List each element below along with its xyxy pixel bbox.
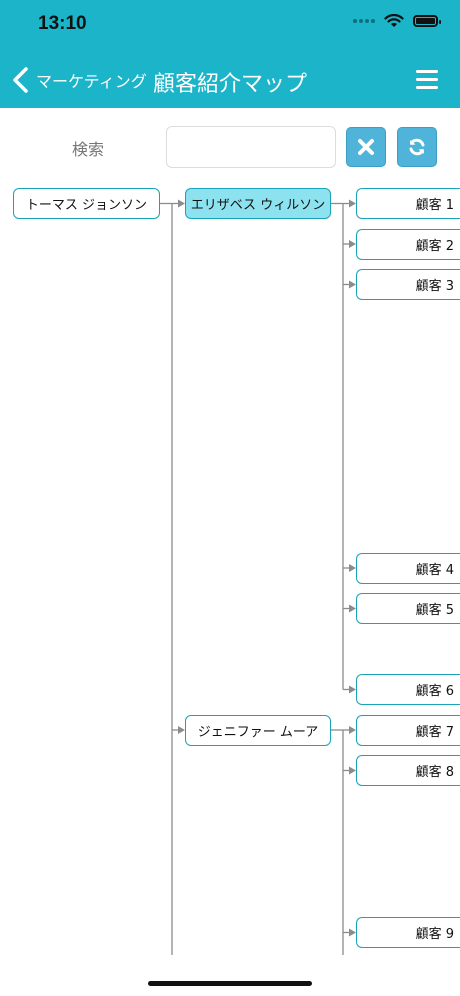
search-label: 検索: [72, 140, 105, 159]
clear-search-button[interactable]: [346, 127, 386, 167]
referrer-node[interactable]: エリザベス ウィルソン: [185, 188, 331, 219]
cellular-signal-icon: [353, 19, 375, 23]
arrow-head: [178, 726, 185, 734]
customer-node[interactable]: 顧客 4: [356, 552, 460, 584]
navigation-bar: マーケティング 顧客紹介マップ: [0, 52, 460, 108]
customer-node[interactable]: 顧客 3: [356, 269, 460, 300]
customer-node[interactable]: 顧客 6: [356, 674, 460, 705]
hamburger-icon: [416, 70, 438, 73]
status-bar: 13:10: [0, 0, 460, 52]
arrow-head: [349, 604, 356, 613]
page-title: 顧客紹介マップ: [153, 72, 308, 97]
wifi-icon: [384, 14, 404, 27]
customer-node[interactable]: 顧客 9: [356, 917, 460, 948]
arrow-head: [349, 685, 356, 694]
search-input[interactable]: [166, 126, 336, 168]
battery-icon: [413, 15, 441, 27]
home-indicator: [148, 981, 312, 986]
arrow-head: [349, 199, 356, 208]
arrow-head: [349, 928, 356, 937]
back-label: マーケティング: [36, 72, 147, 91]
status-icons: [353, 14, 441, 28]
status-time: 13:10: [38, 13, 87, 34]
arrow-head: [349, 564, 356, 572]
refresh-button[interactable]: [397, 127, 437, 167]
customer-node[interactable]: 顧客 5: [356, 593, 460, 624]
arrow-head: [178, 199, 185, 208]
customer-node[interactable]: 顧客 1: [356, 188, 460, 219]
menu-button[interactable]: [416, 70, 438, 90]
chevron-left-icon: [13, 67, 28, 93]
referrer-node[interactable]: ジェニファー ムーア: [185, 714, 331, 746]
arrow-head: [349, 240, 356, 248]
customer-node[interactable]: 顧客 8: [356, 755, 460, 786]
customer-node[interactable]: 顧客 7: [356, 714, 460, 746]
arrow-head: [349, 726, 356, 734]
back-button[interactable]: マーケティング: [10, 66, 147, 94]
arrow-head: [349, 280, 356, 289]
root-node[interactable]: トーマス ジョンソン: [13, 188, 160, 219]
close-icon: [358, 139, 374, 155]
customer-node[interactable]: 顧客 2: [356, 228, 460, 260]
referral-map: トーマス ジョンソン エリザベス ウィルソン 顧客 1 顧客 2 顧客 3 顧客 4 顧客 …: [0, 180, 460, 955]
arrow-head: [349, 766, 356, 775]
refresh-icon: [409, 138, 425, 156]
